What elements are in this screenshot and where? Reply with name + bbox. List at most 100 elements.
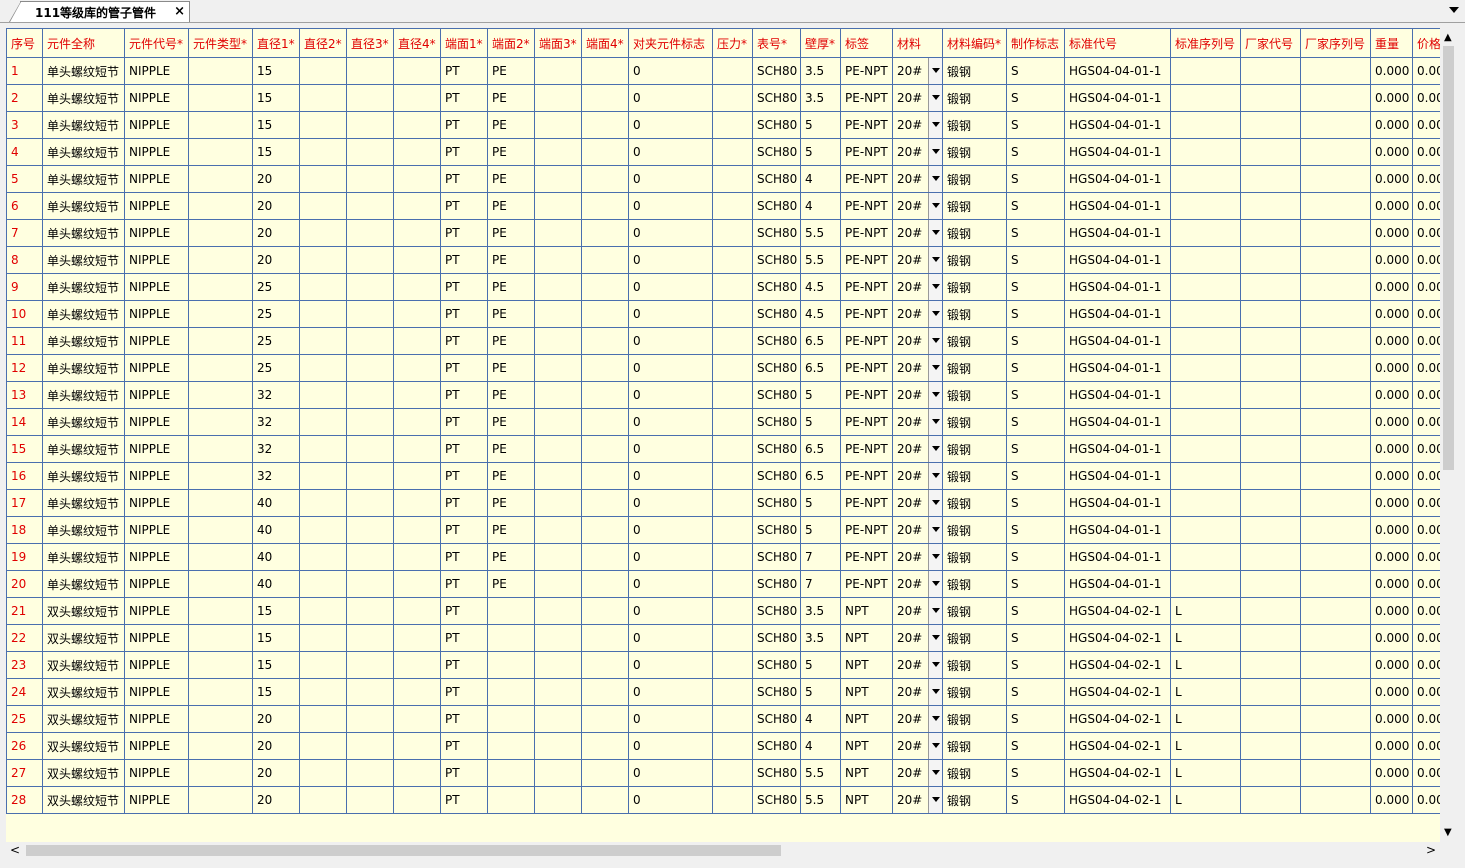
cell-stdseq[interactable] xyxy=(1170,354,1241,382)
cell-code[interactable]: NIPPLE xyxy=(124,327,189,355)
cell-e1[interactable]: PT xyxy=(440,597,488,625)
cell-stdseq[interactable] xyxy=(1170,138,1241,166)
cell-type[interactable] xyxy=(188,138,253,166)
cell-weight[interactable]: 0.000 xyxy=(1370,111,1413,139)
horizontal-scroll-thumb[interactable] xyxy=(26,845,781,856)
cell-stdseq[interactable]: L xyxy=(1170,705,1241,733)
cell-std[interactable]: HGS04-04-01-1 xyxy=(1064,165,1171,193)
cell-vendor[interactable] xyxy=(1240,732,1301,760)
cell-e3[interactable] xyxy=(534,165,582,193)
cell-d1[interactable]: 20 xyxy=(252,192,300,220)
cell-matcode[interactable]: 锻钢 xyxy=(942,381,1007,409)
cell-d3[interactable] xyxy=(346,354,394,382)
cell-code[interactable]: NIPPLE xyxy=(124,786,189,814)
cell-weight[interactable]: 0.000 xyxy=(1370,246,1413,274)
cell-d3[interactable] xyxy=(346,57,394,85)
cell-std[interactable]: HGS04-04-02-1 xyxy=(1064,705,1171,733)
dropdown-arrow-icon[interactable] xyxy=(928,193,942,219)
cell-d2[interactable] xyxy=(299,219,347,247)
cell-wall[interactable]: 4 xyxy=(800,732,841,760)
cell-price[interactable]: 0.00 xyxy=(1412,165,1440,193)
cell-tag[interactable]: PE-NPT xyxy=(840,273,893,301)
column-header-mat[interactable]: 材料 xyxy=(892,28,943,58)
cell-stdseq[interactable]: L xyxy=(1170,597,1241,625)
cell-seq[interactable]: 9 xyxy=(6,273,43,301)
cell-tag[interactable]: NPT xyxy=(840,624,893,652)
cell-type[interactable] xyxy=(188,84,253,112)
cell-code[interactable]: NIPPLE xyxy=(124,516,189,544)
cell-tag[interactable]: PE-NPT xyxy=(840,570,893,598)
cell-mfg[interactable]: S xyxy=(1006,786,1065,814)
cell-clamp[interactable]: 0 xyxy=(628,435,713,463)
cell-sch[interactable]: SCH80 xyxy=(752,570,801,598)
cell-seq[interactable]: 8 xyxy=(6,246,43,274)
cell-seq[interactable]: 3 xyxy=(6,111,43,139)
dropdown-arrow-icon[interactable] xyxy=(928,490,942,516)
cell-d2[interactable] xyxy=(299,408,347,436)
cell-seq[interactable]: 13 xyxy=(6,381,43,409)
cell-d2[interactable] xyxy=(299,111,347,139)
cell-e2[interactable]: PE xyxy=(487,246,535,274)
cell-tag[interactable]: PE-NPT xyxy=(840,354,893,382)
cell-code[interactable]: NIPPLE xyxy=(124,138,189,166)
cell-e2[interactable]: PE xyxy=(487,327,535,355)
cell-e2[interactable]: PE xyxy=(487,489,535,517)
cell-weight[interactable]: 0.000 xyxy=(1370,192,1413,220)
cell-price[interactable]: 0.00 xyxy=(1412,273,1440,301)
cell-vendor[interactable] xyxy=(1240,651,1301,679)
cell-e1[interactable]: PT xyxy=(440,705,488,733)
column-header-code[interactable]: 元件代号* xyxy=(124,28,189,58)
cell-mfg[interactable]: S xyxy=(1006,165,1065,193)
cell-matcode[interactable]: 锻钢 xyxy=(942,138,1007,166)
cell-e1[interactable]: PT xyxy=(440,489,488,517)
cell-d2[interactable] xyxy=(299,462,347,490)
cell-wall[interactable]: 4 xyxy=(800,192,841,220)
cell-d1[interactable]: 20 xyxy=(252,165,300,193)
cell-code[interactable]: NIPPLE xyxy=(124,435,189,463)
table-row[interactable]: 1 单头螺纹短节 NIPPLE 15 PT PE 0 SCH80 3.5 PE-NPT 20# 锻钢 S… xyxy=(6,57,1440,85)
cell-weight[interactable]: 0.000 xyxy=(1370,759,1413,787)
cell-d1[interactable]: 20 xyxy=(252,705,300,733)
cell-sch[interactable]: SCH80 xyxy=(752,786,801,814)
cell-d3[interactable] xyxy=(346,327,394,355)
cell-mfg[interactable]: S xyxy=(1006,570,1065,598)
cell-d2[interactable] xyxy=(299,138,347,166)
cell-e1[interactable]: PT xyxy=(440,543,488,571)
cell-seq[interactable]: 18 xyxy=(6,516,43,544)
cell-price[interactable]: 0.00 xyxy=(1412,138,1440,166)
cell-e2[interactable] xyxy=(487,651,535,679)
cell-tag[interactable]: PE-NPT xyxy=(840,381,893,409)
cell-d3[interactable] xyxy=(346,138,394,166)
cell-name[interactable]: 双头螺纹短节 xyxy=(42,732,125,760)
cell-e3[interactable] xyxy=(534,84,582,112)
cell-vendseq[interactable] xyxy=(1300,165,1371,193)
cell-weight[interactable]: 0.000 xyxy=(1370,219,1413,247)
cell-sch[interactable]: SCH80 xyxy=(752,165,801,193)
cell-code[interactable]: NIPPLE xyxy=(124,273,189,301)
cell-tag[interactable]: NPT xyxy=(840,597,893,625)
cell-press[interactable] xyxy=(712,354,753,382)
cell-d4[interactable] xyxy=(393,759,441,787)
cell-vendseq[interactable] xyxy=(1300,759,1371,787)
cell-tag[interactable]: PE-NPT xyxy=(840,84,893,112)
cell-vendseq[interactable] xyxy=(1300,489,1371,517)
cell-d2[interactable] xyxy=(299,516,347,544)
table-row[interactable]: 24 双头螺纹短节 NIPPLE 15 PT 0 SCH80 5 NPT 20# 锻钢 S HGS04-… xyxy=(6,678,1440,706)
cell-seq[interactable]: 22 xyxy=(6,624,43,652)
cell-matcode[interactable]: 锻钢 xyxy=(942,732,1007,760)
cell-stdseq[interactable] xyxy=(1170,327,1241,355)
cell-mat[interactable]: 20# xyxy=(892,624,943,652)
cell-tag[interactable]: PE-NPT xyxy=(840,300,893,328)
cell-mfg[interactable]: S xyxy=(1006,84,1065,112)
cell-e2[interactable]: PE xyxy=(487,219,535,247)
cell-weight[interactable]: 0.000 xyxy=(1370,84,1413,112)
cell-std[interactable]: HGS04-04-01-1 xyxy=(1064,516,1171,544)
cell-d4[interactable] xyxy=(393,678,441,706)
cell-mat[interactable]: 20# xyxy=(892,57,943,85)
table-row[interactable]: 19 单头螺纹短节 NIPPLE 40 PT PE 0 SCH80 7 PE-NPT 20# 锻钢 S H… xyxy=(6,543,1440,571)
cell-clamp[interactable]: 0 xyxy=(628,84,713,112)
cell-clamp[interactable]: 0 xyxy=(628,732,713,760)
cell-e4[interactable] xyxy=(581,138,629,166)
cell-d3[interactable] xyxy=(346,597,394,625)
cell-vendor[interactable] xyxy=(1240,192,1301,220)
